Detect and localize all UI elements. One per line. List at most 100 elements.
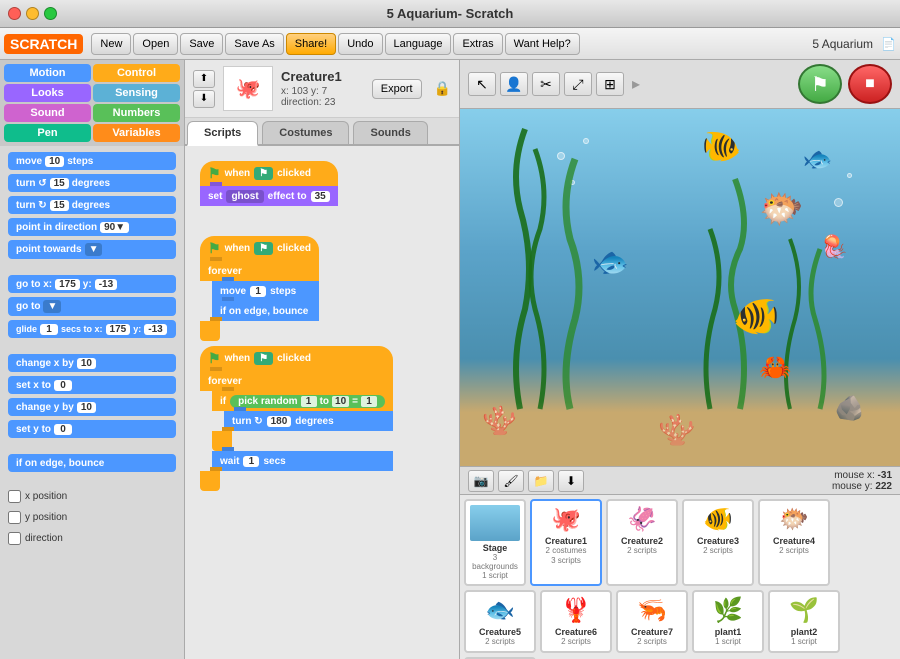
mouse-y-value: 222 [875, 481, 892, 492]
tab-costumes[interactable]: Costumes [262, 121, 349, 144]
category-pen[interactable]: Pen [4, 124, 91, 142]
sprite-card-creature3[interactable]: 🐠 Creature3 2 scripts [682, 499, 754, 586]
forever-block-1[interactable]: forever [200, 261, 319, 281]
sandy-bottom [460, 402, 900, 466]
sprite-thumb-4: 🐡 [779, 505, 809, 534]
stage-tool-camera[interactable]: 📷 [468, 470, 494, 492]
tool-fullscreen[interactable]: ⊞ [596, 72, 624, 96]
aquarium-scene: 🐠 🐡 🐟 🐠 🐟 🪼 🦀 🪸 🪸 🪨 [460, 109, 900, 466]
bounce-block[interactable]: if on edge, bounce [8, 454, 176, 472]
sprite-card-creature2[interactable]: 🦑 Creature2 2 scripts [606, 499, 678, 586]
scratch-logo: SCRATCH [4, 34, 83, 54]
change-y-block[interactable]: change y by 10 [8, 398, 176, 416]
tool-scissors[interactable]: ✂ [532, 72, 560, 96]
stage-tool-paint[interactable]: 🖌 [498, 470, 524, 492]
point-towards-block[interactable]: point towards ▼ [8, 240, 176, 259]
stage-tool-folder[interactable]: 📁 [528, 470, 554, 492]
set-effect-block[interactable]: set ghost effect to 35 [200, 186, 338, 206]
project-info: 5 Aquarium 📄 [812, 37, 896, 51]
sprite-card-plant1[interactable]: 🌿 plant1 1 script [692, 590, 764, 653]
x-position-checkbox[interactable]: x position [8, 488, 176, 505]
stage-tool-import[interactable]: ⬇ [558, 470, 584, 492]
go-to-block[interactable]: go to ▼ [8, 297, 176, 316]
bounce-1-block[interactable]: if on edge, bounce [212, 301, 319, 321]
mouse-x-value: -31 [878, 470, 892, 481]
tab-scripts[interactable]: Scripts [187, 121, 258, 146]
stop-button[interactable]: ■ [848, 64, 892, 104]
tool-person[interactable]: 👤 [500, 72, 528, 96]
category-sound[interactable]: Sound [4, 104, 91, 122]
tab-sounds[interactable]: Sounds [353, 121, 427, 144]
tab-bar: Scripts Costumes Sounds [185, 118, 459, 146]
category-sensing[interactable]: Sensing [93, 84, 180, 102]
jellyfish: 🪼 [821, 234, 848, 260]
save-as-button[interactable]: Save As [225, 33, 283, 55]
category-variables[interactable]: Variables [93, 124, 180, 142]
sprite-nav-up[interactable]: ⬆ [193, 70, 215, 88]
help-button[interactable]: Want Help? [505, 33, 580, 55]
sprite-card-plant2[interactable]: 🌱 plant2 1 script [768, 590, 840, 653]
set-y-block[interactable]: set y to 0 [8, 420, 176, 438]
change-x-block[interactable]: change x by 10 [8, 354, 176, 372]
window-title: 5 Aquarium- Scratch [387, 6, 514, 21]
new-button[interactable]: New [91, 33, 131, 55]
move-block[interactable]: move 10 steps [8, 152, 176, 170]
turn-180-block[interactable]: turn ↻ 180 degrees [224, 411, 393, 431]
sprite-card-creature6[interactable]: 🦞 Creature6 2 scripts [540, 590, 612, 653]
tool-arrow[interactable]: ↖ [468, 72, 496, 96]
hat-block-3[interactable]: ⚑ when ⚑ clicked [200, 346, 393, 371]
save-button[interactable]: Save [180, 33, 223, 55]
mouse-x-label: mouse x: -31 [832, 470, 892, 481]
tool-expand[interactable]: ⤢ [564, 72, 592, 96]
category-looks[interactable]: Looks [4, 84, 91, 102]
category-numbers[interactable]: Numbers [93, 104, 180, 122]
minimize-button[interactable] [26, 7, 39, 20]
turn-left-block[interactable]: turn ↺ 15 degrees [8, 174, 176, 192]
sprite-name-1: Creature1 [545, 536, 587, 546]
sprite-card-creature5[interactable]: 🐟 Creature5 2 scripts [464, 590, 536, 653]
sprite-info-plant2: 1 script [791, 637, 817, 647]
sprite-info-5: 2 scripts [485, 637, 515, 647]
export-button[interactable]: Export [372, 79, 422, 99]
mouse-position: mouse x: -31 mouse y: 222 [832, 470, 892, 492]
script-2: ⚑ when ⚑ clicked forever move 1 steps if… [200, 236, 319, 341]
direction-checkbox[interactable]: direction [8, 530, 176, 547]
project-icon: 📄 [881, 37, 896, 51]
sprite-info-4: 2 scripts [779, 546, 809, 556]
sprite-thumb-5: 🐟 [485, 596, 515, 625]
category-motion[interactable]: Motion [4, 64, 91, 82]
glide-block[interactable]: glide 1 secs to x: 175 y: -13 [8, 320, 176, 338]
stage-canvas[interactable]: 🐠 🐡 🐟 🐠 🐟 🪼 🦀 🪸 🪸 🪨 [460, 109, 900, 466]
stage-card[interactable]: Stage 3 backgrounds1 script [464, 499, 526, 586]
y-position-checkbox[interactable]: y position [8, 509, 176, 526]
sprite-card-creature1[interactable]: 🐙 Creature1 2 costumes3 scripts [530, 499, 602, 586]
sprite-thumb-7: 🦐 [637, 596, 667, 625]
open-button[interactable]: Open [133, 33, 178, 55]
menubar: SCRATCH New Open Save Save As Share! Und… [0, 28, 900, 60]
sprite-name-6: Creature6 [555, 627, 597, 637]
undo-button[interactable]: Undo [338, 33, 382, 55]
close-button[interactable] [8, 7, 21, 20]
fish-blue: 🐟 [592, 245, 629, 280]
extras-button[interactable]: Extras [453, 33, 502, 55]
go-to-xy-block[interactable]: go to x: 175 y: -13 [8, 275, 176, 293]
sprite-nav-down[interactable]: ⬇ [193, 90, 215, 108]
tool-separator: ▸ [628, 74, 644, 94]
set-x-block[interactable]: set x to 0 [8, 376, 176, 394]
bubble [847, 173, 852, 178]
sprite-name-7: Creature7 [631, 627, 673, 637]
scripts-editor[interactable]: ⚑ when ⚑ clicked set ghost effect to 35 … [185, 146, 459, 659]
wait-block[interactable]: wait 1 secs [212, 451, 393, 471]
stage-card-info: 3 backgrounds1 script [470, 553, 520, 580]
sprite-card-creature7[interactable]: 🦐 Creature7 2 scripts [616, 590, 688, 653]
bubble [557, 152, 565, 160]
sprite-card-creature4[interactable]: 🐡 Creature4 2 scripts [758, 499, 830, 586]
maximize-button[interactable] [44, 7, 57, 20]
category-control[interactable]: Control [93, 64, 180, 82]
green-flag-button[interactable]: ⚑ [798, 64, 842, 104]
language-button[interactable]: Language [385, 33, 452, 55]
turn-right-block[interactable]: turn ↻ 15 degrees [8, 196, 176, 214]
point-direction-block[interactable]: point in direction 90▼ [8, 218, 176, 236]
share-button[interactable]: Share! [286, 33, 336, 55]
sprite-thumb-1: 🐙 [551, 505, 581, 534]
